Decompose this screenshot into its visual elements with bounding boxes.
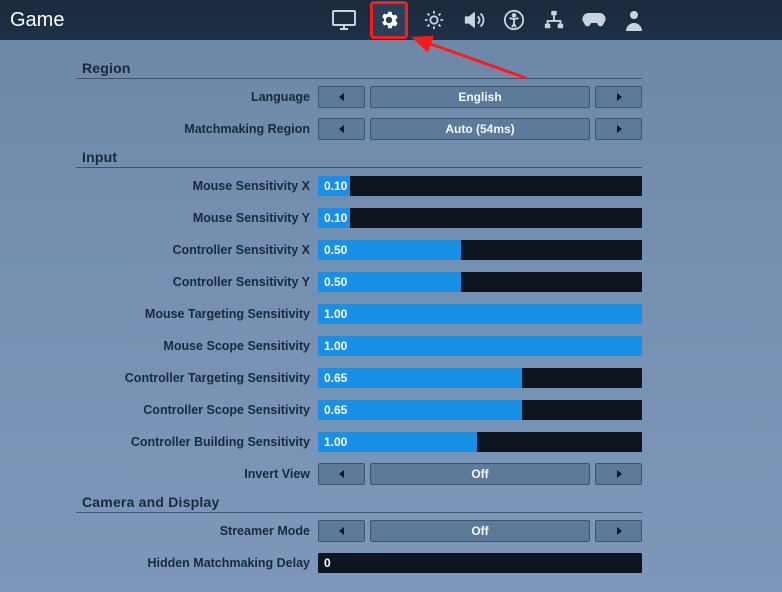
- slider-value-ctrl-build: 1.00: [324, 432, 347, 452]
- label-mouse-scope: Mouse Scope Sensitivity: [76, 339, 318, 353]
- row-matchmaking-region: Matchmaking Region Auto (54ms): [76, 115, 642, 143]
- slider-value-mouse-x: 0.10: [324, 176, 347, 196]
- section-header-region: Region: [76, 58, 642, 79]
- user-icon[interactable]: [620, 6, 648, 34]
- top-bar: Game: [0, 0, 782, 40]
- label-invert-view: Invert View: [76, 467, 318, 481]
- row-hidden-matchmaking-delay: Hidden Matchmaking Delay 0: [76, 549, 642, 574]
- language-prev-button[interactable]: [318, 86, 365, 108]
- row-mouse-x: Mouse Sensitivity X 0.10: [76, 172, 642, 200]
- slider-ctrl-scope[interactable]: 0.65: [318, 400, 642, 420]
- row-ctrl-scope: Controller Scope Sensitivity 0.65: [76, 396, 642, 424]
- slider-ctrl-x[interactable]: 0.50: [318, 240, 642, 260]
- slider-ctrl-build[interactable]: 1.00: [318, 432, 642, 452]
- matchmaking-prev-button[interactable]: [318, 118, 365, 140]
- row-ctrl-y: Controller Sensitivity Y 0.50: [76, 268, 642, 296]
- label-ctrl-y: Controller Sensitivity Y: [76, 275, 318, 289]
- label-language: Language: [76, 90, 318, 104]
- slider-ctrl-target[interactable]: 0.65: [318, 368, 642, 388]
- settings-panel: Region Language English Matchmaking Regi…: [76, 54, 642, 574]
- label-mouse-target: Mouse Targeting Sensitivity: [76, 307, 318, 321]
- slider-value-ctrl-scope: 0.65: [324, 400, 347, 420]
- streamer-prev-button[interactable]: [318, 520, 365, 542]
- row-streamer-mode: Streamer Mode Off: [76, 517, 642, 545]
- slider-value-mouse-y: 0.10: [324, 208, 347, 228]
- slider-value-ctrl-y: 0.50: [324, 272, 347, 292]
- row-language: Language English: [76, 83, 642, 111]
- volume-icon[interactable]: [460, 6, 488, 34]
- label-ctrl-target: Controller Targeting Sensitivity: [76, 371, 318, 385]
- slider-mouse-x[interactable]: 0.10: [318, 176, 642, 196]
- slider-value-ctrl-target: 0.65: [324, 368, 347, 388]
- invert-value[interactable]: Off: [370, 463, 590, 485]
- slider-ctrl-y[interactable]: 0.50: [318, 272, 642, 292]
- label-streamer-mode: Streamer Mode: [76, 524, 318, 538]
- slider-value-ctrl-x: 0.50: [324, 240, 347, 260]
- slider-value-mouse-target: 1.00: [324, 304, 347, 324]
- row-invert-view: Invert View Off: [76, 460, 642, 488]
- label-mouse-x: Mouse Sensitivity X: [76, 179, 318, 193]
- row-ctrl-x: Controller Sensitivity X 0.50: [76, 236, 642, 264]
- hidden-matchmaking-delay-value[interactable]: 0: [318, 553, 642, 573]
- section-header-camera: Camera and Display: [76, 492, 642, 513]
- section-header-input: Input: [76, 147, 642, 168]
- language-next-button[interactable]: [595, 86, 642, 108]
- label-ctrl-x: Controller Sensitivity X: [76, 243, 318, 257]
- streamer-value[interactable]: Off: [370, 520, 590, 542]
- network-icon[interactable]: [540, 6, 568, 34]
- brightness-icon[interactable]: [420, 6, 448, 34]
- label-matchmaking-region: Matchmaking Region: [76, 122, 318, 136]
- slider-mouse-scope[interactable]: 1.00: [318, 336, 642, 356]
- monitor-icon[interactable]: [330, 6, 358, 34]
- streamer-next-button[interactable]: [595, 520, 642, 542]
- settings-tabs: [330, 0, 648, 40]
- label-ctrl-scope: Controller Scope Sensitivity: [76, 403, 318, 417]
- matchmaking-value[interactable]: Auto (54ms): [370, 118, 590, 140]
- row-ctrl-build: Controller Building Sensitivity 1.00: [76, 428, 642, 456]
- label-mouse-y: Mouse Sensitivity Y: [76, 211, 318, 225]
- invert-prev-button[interactable]: [318, 463, 365, 485]
- accessibility-icon[interactable]: [500, 6, 528, 34]
- row-mouse-scope: Mouse Scope Sensitivity 1.00: [76, 332, 642, 360]
- label-hidden-matchmaking-delay: Hidden Matchmaking Delay: [76, 556, 318, 570]
- row-mouse-target: Mouse Targeting Sensitivity 1.00: [76, 300, 642, 328]
- controller-icon[interactable]: [580, 6, 608, 34]
- row-ctrl-target: Controller Targeting Sensitivity 0.65: [76, 364, 642, 392]
- language-value[interactable]: English: [370, 86, 590, 108]
- matchmaking-next-button[interactable]: [595, 118, 642, 140]
- slider-value-mouse-scope: 1.00: [324, 336, 347, 356]
- page-title: Game: [10, 9, 64, 32]
- invert-next-button[interactable]: [595, 463, 642, 485]
- row-mouse-y: Mouse Sensitivity Y 0.10: [76, 204, 642, 232]
- slider-mouse-target[interactable]: 1.00: [318, 304, 642, 324]
- label-ctrl-build: Controller Building Sensitivity: [76, 435, 318, 449]
- gear-icon[interactable]: [370, 1, 408, 39]
- slider-mouse-y[interactable]: 0.10: [318, 208, 642, 228]
